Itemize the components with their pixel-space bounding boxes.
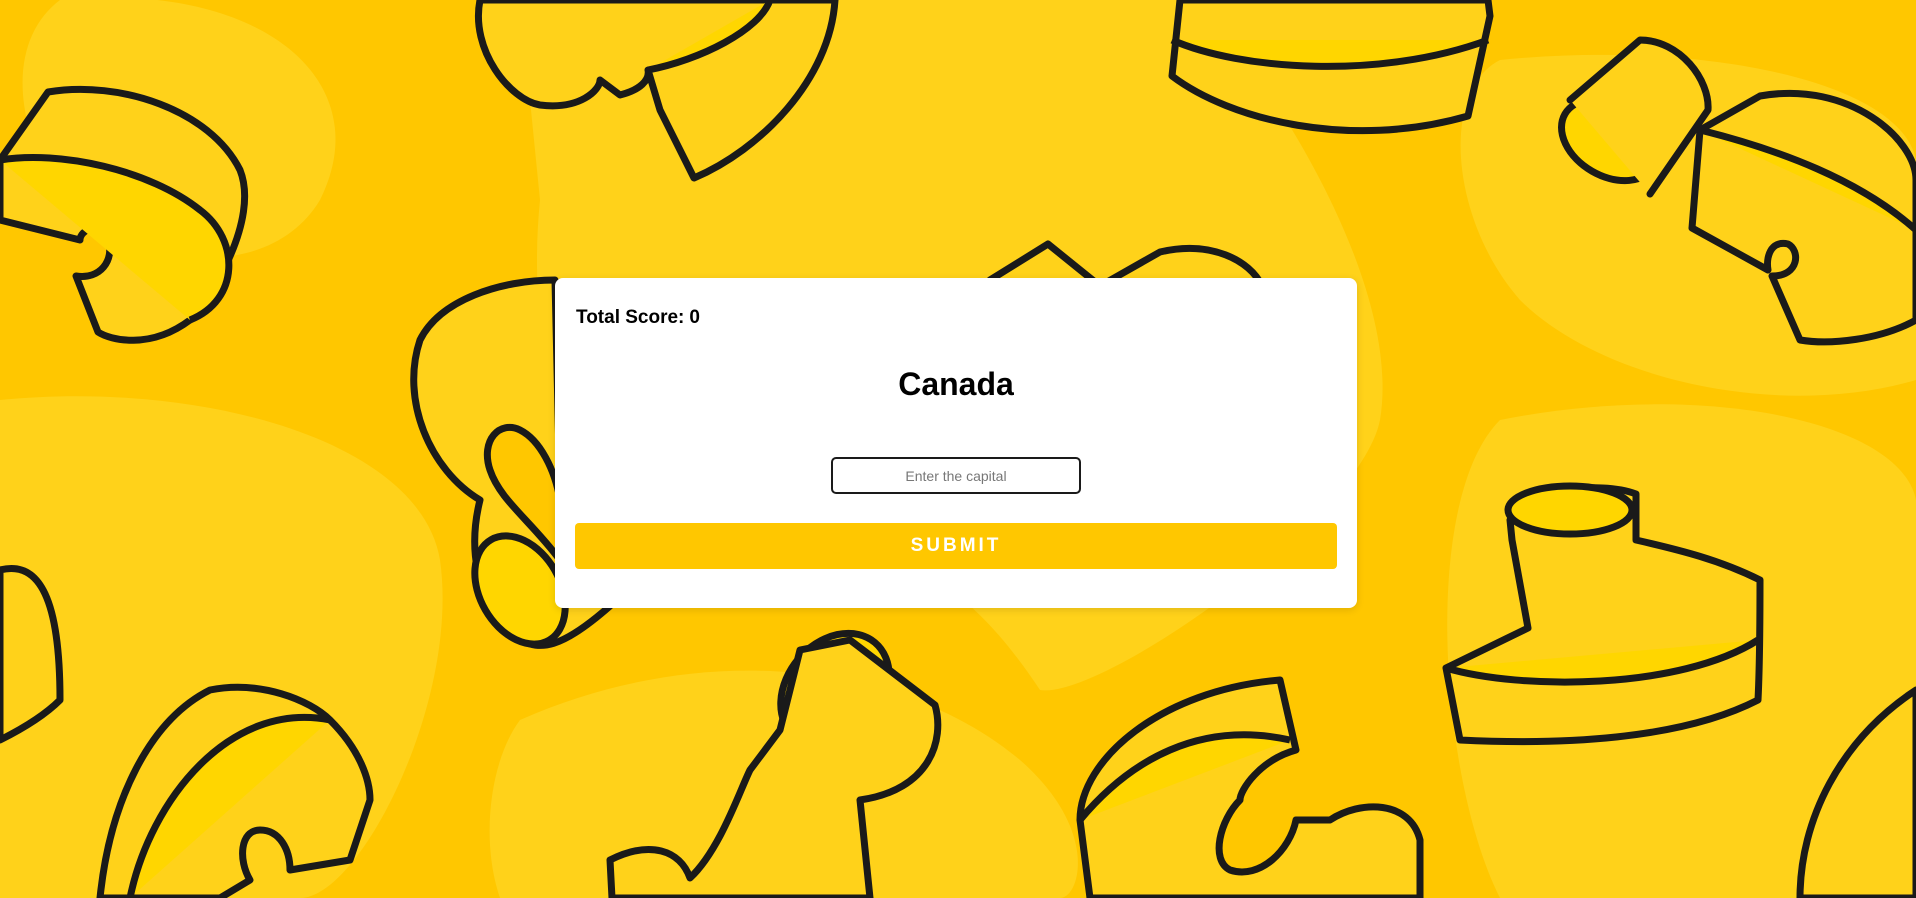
total-score: Total Score: 0	[576, 307, 700, 329]
country-name: Canada	[898, 366, 1014, 402]
total-score-label: Total Score:	[576, 307, 685, 328]
submit-button[interactable]: SUBMIT	[575, 523, 1337, 569]
total-score-value: 0	[689, 307, 700, 328]
capital-input[interactable]	[831, 457, 1081, 494]
quiz-card: Total Score:0 Canada SUBMIT	[555, 278, 1357, 608]
